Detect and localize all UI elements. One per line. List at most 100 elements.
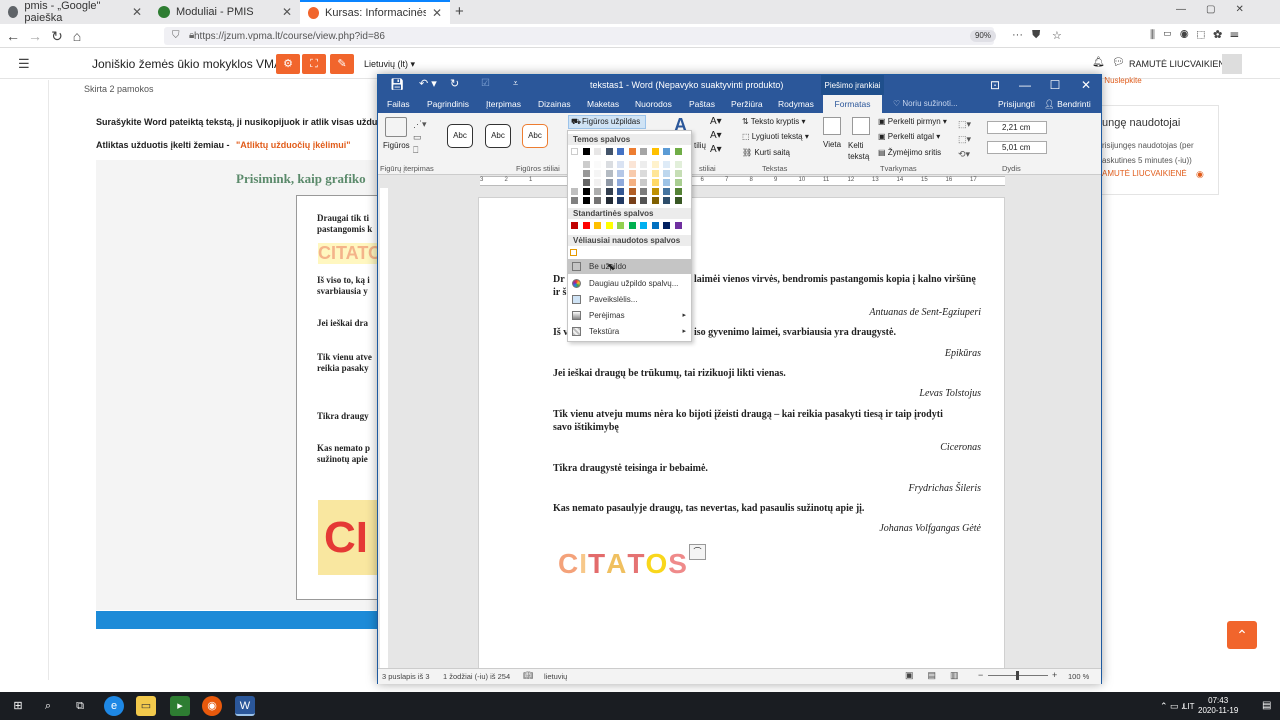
theme-color-swatch[interactable] — [594, 148, 601, 155]
zoom-in-icon[interactable]: + — [1052, 670, 1057, 680]
page-actions-icon[interactable]: ··· — [1012, 29, 1023, 41]
picture-fill-item[interactable]: Paveikslėlis... — [568, 292, 691, 307]
height-input[interactable]: 2,21 cm — [987, 121, 1047, 134]
bookmark-star-icon[interactable]: ☆ — [1052, 29, 1062, 42]
close-tab-icon[interactable]: ✕ — [432, 6, 442, 20]
window-controls[interactable]: —▢✕ — [1176, 4, 1264, 15]
position-button[interactable]: Vieta — [823, 140, 841, 149]
standard-color-swatch[interactable] — [651, 222, 659, 229]
theme-color-swatch[interactable] — [628, 188, 636, 195]
theme-color-swatch[interactable] — [617, 170, 624, 177]
avatar[interactable] — [1222, 54, 1242, 74]
theme-color-swatch[interactable] — [605, 197, 613, 204]
theme-color-swatch[interactable] — [663, 170, 670, 177]
tab-review[interactable]: Peržiūra — [727, 95, 767, 113]
theme-color-swatch[interactable] — [582, 179, 590, 186]
standard-color-swatch[interactable] — [674, 222, 682, 229]
wrap-text-icon[interactable] — [852, 117, 870, 135]
close-tab-icon[interactable]: ✕ — [132, 5, 142, 19]
user-name[interactable]: RAMUTĖ LIUCVAIKIENĖ — [1129, 59, 1231, 69]
standard-color-swatch[interactable] — [594, 222, 601, 229]
word-icon[interactable]: W — [235, 696, 255, 716]
send-backward-button[interactable]: ▣ Perkelti atgal ▾ — [878, 132, 940, 141]
shield-icon[interactable]: ⛉ — [172, 30, 180, 41]
toolbar-icons[interactable]: ⫼▭◉⬚✿☰ — [1150, 29, 1246, 42]
scroll-top-button[interactable]: ⌃ — [1227, 621, 1257, 649]
standard-color-swatch[interactable] — [640, 222, 647, 229]
settings-icon[interactable]: ⚙ — [276, 54, 300, 74]
sitemap-icon[interactable]: ⛶ — [302, 54, 326, 74]
theme-color-swatch[interactable] — [663, 179, 670, 186]
theme-color-swatch[interactable] — [640, 197, 647, 204]
theme-color-swatch[interactable] — [605, 148, 613, 155]
tab-design[interactable]: Dizainas — [534, 95, 575, 113]
create-link-button[interactable]: ⛓ Kurti saitą — [742, 148, 790, 157]
undo-icon[interactable]: ↶ ▾ — [419, 77, 437, 90]
theme-color-swatch[interactable] — [605, 170, 613, 177]
lock-icon[interactable]: 🔒︎ — [189, 30, 194, 41]
browser-tab-kursas[interactable]: Kursas: Informacinės technolog ✕ — [300, 0, 450, 24]
task-view-icon[interactable]: ⧉ — [70, 696, 90, 716]
text-fill-icon[interactable]: A▾ — [710, 116, 722, 127]
close-icon[interactable]: ✕ — [1071, 75, 1101, 95]
theme-color-swatch[interactable] — [582, 170, 590, 177]
horizontal-ruler[interactable]: 3211234567891011121314151617 — [480, 176, 1005, 186]
theme-color-swatch[interactable] — [663, 148, 670, 155]
text-effects-icon[interactable]: A▾ — [710, 144, 722, 155]
text-direction-button[interactable]: ⇅ Teksto kryptis ▾ — [742, 117, 806, 126]
zoom-out-icon[interactable]: − — [978, 670, 983, 680]
theme-color-swatch[interactable] — [651, 197, 659, 204]
theme-color-swatch[interactable] — [605, 188, 613, 195]
tab-view[interactable]: Rodymas — [774, 95, 818, 113]
bring-forward-button[interactable]: ▣ Perkelti pirmyn ▾ — [878, 117, 947, 126]
zoom-indicator[interactable]: 90% — [970, 30, 996, 42]
zoom-slider-thumb[interactable] — [1016, 671, 1019, 680]
theme-color-swatch[interactable] — [663, 188, 670, 195]
vertical-ruler[interactable] — [380, 188, 388, 668]
theme-color-swatch[interactable] — [640, 161, 647, 168]
site-name[interactable]: Joniškio žemės ūkio mokyklos VMA — [92, 57, 282, 71]
redo-icon[interactable]: ↻ — [450, 77, 459, 90]
close-tab-icon[interactable]: ✕ — [282, 5, 292, 19]
theme-color-swatch[interactable] — [571, 148, 578, 155]
edit-shape-icons[interactable]: ⋰▾ ▭ ⎕ — [413, 118, 427, 157]
word-count[interactable]: 1 žodžiai (-iu) iš 254 — [443, 672, 510, 681]
standard-color-swatch[interactable] — [582, 222, 590, 229]
theme-color-swatch[interactable] — [594, 197, 601, 204]
theme-color-swatch[interactable] — [582, 161, 590, 168]
new-tab-icon[interactable]: + — [455, 3, 464, 20]
theme-color-swatch[interactable] — [605, 179, 613, 186]
language-menu[interactable]: Lietuvių (lt) ▾ — [364, 59, 415, 70]
theme-color-swatch[interactable] — [594, 161, 601, 168]
theme-color-swatch[interactable] — [628, 170, 636, 177]
tab-format[interactable]: Formatas — [823, 95, 882, 113]
tab-layout[interactable]: Maketas — [583, 95, 623, 113]
shape-style-1[interactable]: Abc — [447, 124, 473, 148]
theme-color-swatch[interactable] — [571, 161, 578, 168]
reload-icon[interactable]: ↻ — [48, 27, 66, 45]
theme-color-swatch[interactable] — [594, 170, 601, 177]
theme-color-swatch[interactable] — [594, 179, 601, 186]
theme-color-swatch[interactable] — [582, 148, 590, 155]
texture-fill-item[interactable]: Tekstūra ▸ — [568, 324, 691, 339]
home-icon[interactable]: ⌂ — [68, 27, 86, 45]
theme-color-swatch[interactable] — [617, 148, 624, 155]
ribbon-display-icon[interactable]: ⊡ — [980, 75, 1010, 95]
browser-tab-moduliai[interactable]: Moduliai - PMIS ✕ — [150, 0, 300, 24]
theme-color-swatch[interactable] — [628, 197, 636, 204]
system-tray-icons[interactable]: ⌃ ▭ ♪ — [1160, 701, 1186, 712]
input-language[interactable]: LIT — [1183, 702, 1195, 711]
recent-color-swatch[interactable] — [570, 249, 577, 256]
theme-color-swatch[interactable] — [594, 188, 601, 195]
theme-color-swatch[interactable] — [651, 161, 659, 168]
theme-color-swatch[interactable] — [617, 188, 624, 195]
theme-color-swatch[interactable] — [571, 179, 578, 186]
align-group-icons[interactable]: ⬚▾ ⬚▾ ⟲▾ — [958, 117, 971, 162]
tab-references[interactable]: Nuorodos — [631, 95, 676, 113]
theme-color-swatch[interactable] — [617, 161, 624, 168]
theme-color-swatch[interactable] — [651, 179, 659, 186]
theme-color-swatch[interactable] — [628, 179, 636, 186]
position-icon[interactable] — [823, 117, 841, 135]
theme-color-swatch[interactable] — [628, 148, 636, 155]
customize-qat-icon[interactable]: ⩡ — [513, 78, 518, 89]
